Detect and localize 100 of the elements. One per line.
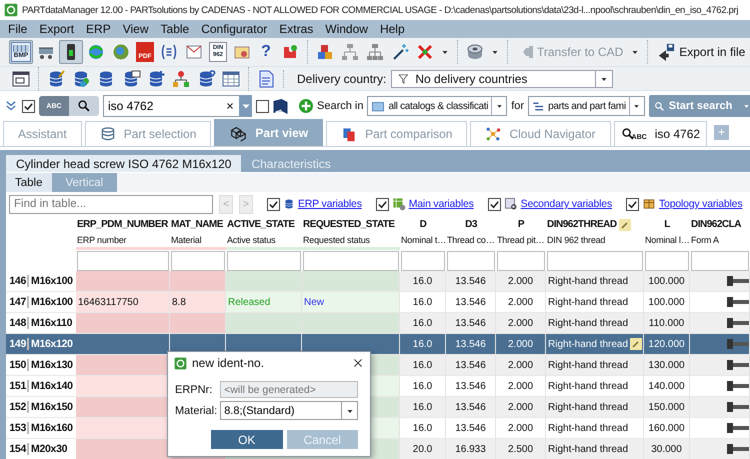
column-header[interactable]: DIN962THREAD xyxy=(547,219,617,230)
floppy-arrow-icon xyxy=(657,43,676,61)
link[interactable]: Main variables xyxy=(408,198,474,210)
find-field[interactable]: Find in table... xyxy=(9,194,213,214)
checkbox[interactable] xyxy=(267,198,280,210)
plus-circle-icon xyxy=(299,99,313,113)
column-header[interactable]: ERP_PDM_NUMBER xyxy=(77,219,168,230)
ok-button[interactable]: OK xyxy=(211,430,282,449)
row-number: 154 xyxy=(6,443,29,455)
link[interactable]: Topology variables xyxy=(659,198,742,210)
table-cell: 13.546 xyxy=(446,313,496,334)
filter-field[interactable] xyxy=(303,251,399,271)
link[interactable]: ERP variables xyxy=(298,198,362,210)
toolbar-button[interactable] xyxy=(59,40,83,64)
row-name: M16x130 xyxy=(30,359,73,371)
table-cell: Right-hand thread xyxy=(546,376,644,397)
table-cell: 120.000 xyxy=(644,334,690,355)
dropdown-button[interactable] xyxy=(341,401,358,420)
table-cell: Right-hand thread xyxy=(546,355,644,376)
table-cell: 2.000 xyxy=(496,292,546,313)
row-header[interactable]: 149 M16x120 xyxy=(6,334,76,355)
filter-field[interactable] xyxy=(645,251,689,271)
tab[interactable]: Table xyxy=(6,173,52,192)
column-header[interactable]: ACTIVE_STATE xyxy=(227,219,295,230)
menu-item[interactable]: File xyxy=(2,20,34,38)
menu-item[interactable]: Export xyxy=(33,20,80,38)
column-description: Thread co… xyxy=(447,235,495,245)
link[interactable]: Secondary variables xyxy=(520,198,612,210)
book-icon xyxy=(273,98,288,114)
column-header[interactable]: REQUESTED_STATE xyxy=(303,219,395,230)
table-cell: Released xyxy=(226,292,302,313)
tab[interactable]: Cylinder head screw ISO 4762 M16x120 xyxy=(6,155,242,172)
table-cell: 140.000 xyxy=(644,376,690,397)
table-cell: Right-hand thread xyxy=(546,397,644,418)
for-label: for xyxy=(511,100,524,112)
column-header[interactable]: P xyxy=(518,219,524,230)
table-cell: 16463117750 xyxy=(76,292,170,313)
table-cell: 16.933 xyxy=(446,439,496,459)
screw-icon xyxy=(727,400,749,414)
part-type-dropdown[interactable]: parts and part fami xyxy=(528,96,645,116)
column-header[interactable]: D3 xyxy=(465,219,477,230)
column-header[interactable]: L xyxy=(664,219,670,230)
menu-item[interactable]: Table xyxy=(154,20,196,38)
compare-icon xyxy=(341,126,358,142)
table-cell: 110.000 xyxy=(644,313,690,334)
stack-icon xyxy=(100,126,116,142)
filter-field[interactable] xyxy=(547,251,643,271)
filter-field[interactable] xyxy=(77,251,169,271)
screw-icon xyxy=(727,358,749,372)
filter-field[interactable] xyxy=(691,251,749,271)
close-button[interactable] xyxy=(352,357,364,369)
filter-field[interactable] xyxy=(401,251,445,271)
table-cell: 160.000 xyxy=(644,418,690,439)
row-number: 148 xyxy=(6,317,29,329)
search-field[interactable]: iso 4762 xyxy=(103,95,221,117)
column-header[interactable]: MAT_NAME xyxy=(171,219,223,230)
clear-icon xyxy=(225,101,235,111)
search-mode-toggle[interactable] xyxy=(69,96,99,116)
table-cell: Right-hand thread xyxy=(546,292,644,313)
row-name: M20x30 xyxy=(30,443,68,455)
checkbox[interactable] xyxy=(488,198,501,210)
checkbox[interactable] xyxy=(22,100,35,112)
table-cell: 13.546 xyxy=(446,334,496,355)
menu-item[interactable]: ERP xyxy=(80,20,117,38)
dialog-title: new ident-no. xyxy=(192,356,266,370)
table-gear-icon xyxy=(392,197,406,211)
column-header[interactable]: D xyxy=(420,219,426,230)
material-field[interactable]: 8.8;(Standard) xyxy=(220,401,341,420)
table-cell: 30.000 xyxy=(644,439,690,459)
checkbox[interactable] xyxy=(256,100,269,112)
row-number: 147 xyxy=(6,296,29,308)
checkbox[interactable] xyxy=(376,198,389,210)
menu-item[interactable]: Configurator xyxy=(195,20,274,38)
filter-field[interactable] xyxy=(171,251,225,271)
row-number: 149 xyxy=(6,338,29,350)
column-description: Thread pit… xyxy=(497,235,544,245)
menu-item[interactable]: Window xyxy=(319,20,374,38)
column-header[interactable]: DIN962CLA xyxy=(691,219,741,230)
list-icon xyxy=(532,100,546,112)
filter-field[interactable] xyxy=(497,251,545,271)
filter-field[interactable] xyxy=(447,251,495,271)
menu-item[interactable]: Help xyxy=(374,20,411,38)
menu-item[interactable]: View xyxy=(116,20,155,38)
table-cell: 20.0 xyxy=(400,439,446,459)
catalog-dropdown[interactable]: all catalogs & classificati xyxy=(367,96,508,116)
filter-field[interactable] xyxy=(227,251,301,271)
toolbar-button[interactable]: Export in file xyxy=(653,40,750,64)
field-label: ERPNr: xyxy=(175,384,214,396)
column-description: Nominal t… xyxy=(401,235,446,245)
window-icon xyxy=(11,68,31,88)
column-description: ERP number xyxy=(77,235,126,245)
table-cell: 13.546 xyxy=(446,355,496,376)
table-cell: 2.000 xyxy=(496,271,546,292)
cylinder-icon xyxy=(465,42,485,62)
cubes-icon xyxy=(229,124,248,142)
checkbox[interactable] xyxy=(626,198,639,210)
table-cell: 16.0 xyxy=(400,313,446,334)
menu-item[interactable]: Extras xyxy=(273,20,320,38)
table-cell: 2.000 xyxy=(496,334,546,355)
delivery-country-dropdown[interactable]: No delivery countries xyxy=(391,70,614,88)
